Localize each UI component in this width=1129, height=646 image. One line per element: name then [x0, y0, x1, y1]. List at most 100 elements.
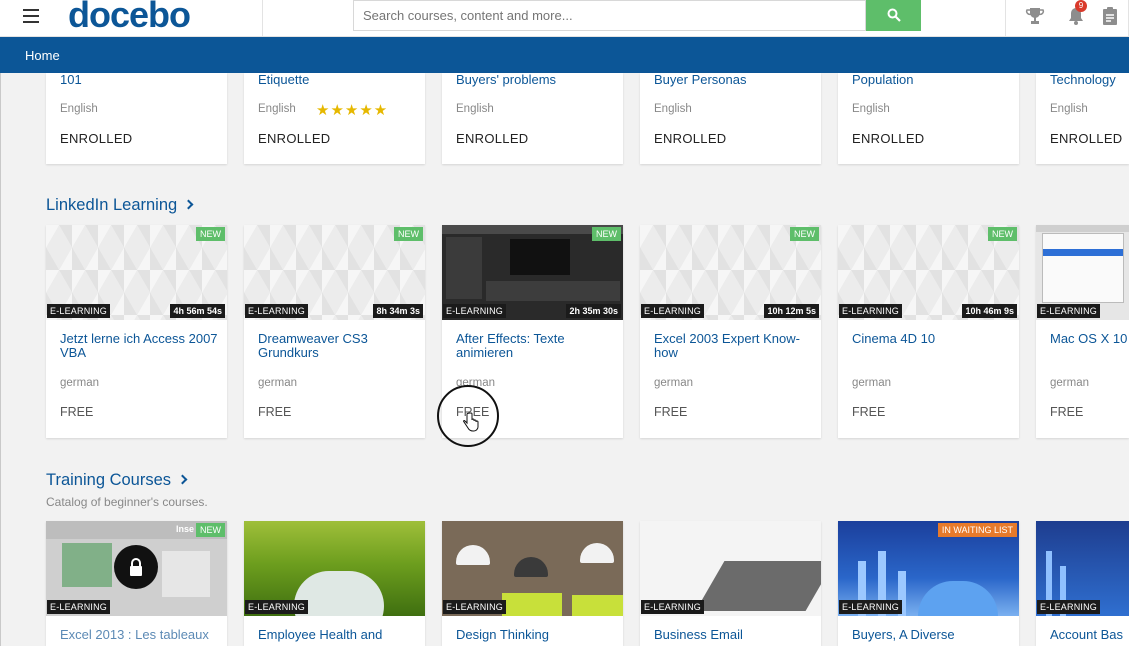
course-title[interactable]: Technology [1050, 73, 1129, 87]
section-title[interactable]: LinkedIn Learning [46, 196, 177, 214]
course-language: german [654, 377, 693, 389]
type-badge: E-LEARNING [47, 600, 111, 614]
thumb-pie [918, 581, 998, 616]
course-title[interactable]: Buyer Personas [654, 73, 814, 87]
course-title[interactable]: Excel 2003 Expert Know-how [654, 332, 814, 360]
locked-badge [114, 545, 158, 589]
course-title[interactable]: Employee Health and [258, 628, 418, 642]
type-badge: E-LEARNING [1037, 600, 1101, 614]
course-thumbnail[interactable]: NEW E-LEARNING 2h 35m 30s [442, 225, 623, 320]
course-language: English [1050, 103, 1088, 115]
duration-badge: 2h 35m 30s [566, 304, 621, 318]
course-thumbnail[interactable]: IN WAITING LIST E-LEARNING [838, 521, 1019, 616]
course-thumbnail[interactable]: E-LEARNING [1036, 521, 1129, 616]
chevron-right-icon[interactable] [183, 199, 194, 210]
course-title[interactable]: Etiquette [258, 73, 418, 87]
menu-icon[interactable] [23, 9, 39, 23]
course-title[interactable]: Excel 2013 : Les tableaux [60, 628, 220, 642]
left-edge [0, 73, 1, 646]
course-title[interactable]: 101 [60, 73, 220, 87]
docebo-logo[interactable]: docebo® [68, 0, 196, 36]
course-title[interactable]: Business Email [654, 628, 814, 642]
course-language: English [456, 103, 494, 115]
search-button[interactable] [866, 0, 921, 31]
course-card[interactable]: NEW E-LEARNING 10h 46m 9s Cinema 4D 10 g… [838, 225, 1019, 438]
course-thumbnail[interactable]: NEW E-LEARNING 10h 12m 5s [640, 225, 821, 320]
course-price: FREE [654, 405, 688, 419]
course-title[interactable]: Population [852, 73, 1012, 87]
thumb-text: Inse [176, 524, 195, 534]
duration-badge: 10h 12m 5s [764, 304, 819, 318]
thumb-sheet [62, 543, 112, 587]
course-price: FREE [60, 405, 94, 419]
course-status: ENROLLED [852, 131, 925, 146]
course-card[interactable]: E-LEARNING Mac OS X 10 german FREE [1036, 225, 1129, 438]
course-title[interactable]: Mac OS X 10 [1050, 332, 1129, 346]
course-card[interactable]: Population English ENROLLED [838, 73, 1019, 164]
search-input[interactable] [353, 0, 866, 31]
course-card[interactable]: Etiquette English ★★★★★ ENROLLED [244, 73, 425, 164]
course-card[interactable]: NEW E-LEARNING 8h 34m 3s Dreamweaver CS3… [244, 225, 425, 438]
course-language: german [60, 377, 99, 389]
clipboard-icon[interactable] [1099, 5, 1121, 27]
course-price: FREE [1050, 405, 1084, 419]
course-language: English [60, 103, 98, 115]
course-title[interactable]: Cinema 4D 10 [852, 332, 1012, 346]
course-thumbnail[interactable]: E-LEARNING [442, 521, 623, 616]
duration-badge: 10h 46m 9s [962, 304, 1017, 318]
type-badge: E-LEARNING [245, 304, 309, 318]
section-linkedin-learning[interactable]: LinkedIn Learning [46, 196, 194, 215]
course-title[interactable]: Jetzt lerne ich Access 2007 VBA [60, 332, 220, 360]
course-card[interactable]: NEW E-LEARNING 10h 12m 5s Excel 2003 Exp… [640, 225, 821, 438]
course-card[interactable]: E-LEARNING Design Thinking [442, 521, 623, 646]
divider [1005, 0, 1006, 37]
course-language: English [258, 103, 296, 115]
course-card[interactable]: E-LEARNING Account Bas [1036, 521, 1129, 646]
top-bar: docebo® 9 [0, 0, 1129, 37]
course-thumbnail[interactable]: Inse NEW E-LEARNING [46, 521, 227, 616]
course-card[interactable]: Buyers' problems English ENROLLED [442, 73, 623, 164]
course-card[interactable]: E-LEARNING Employee Health and [244, 521, 425, 646]
course-card[interactable]: 101 English ENROLLED [46, 73, 227, 164]
notification-badge: 9 [1075, 0, 1087, 12]
course-thumbnail[interactable]: E-LEARNING [640, 521, 821, 616]
section-training-courses[interactable]: Training Courses [46, 471, 188, 490]
section-title[interactable]: Training Courses [46, 471, 171, 489]
course-language: german [258, 377, 297, 389]
new-badge: NEW [790, 227, 819, 241]
course-card[interactable]: IN WAITING LIST E-LEARNING Buyers, A Div… [838, 521, 1019, 646]
course-thumbnail[interactable]: NEW E-LEARNING 8h 34m 3s [244, 225, 425, 320]
nav-home[interactable]: Home [25, 48, 60, 63]
course-title[interactable]: Buyers' problems [456, 73, 616, 87]
nav-bar: Home [0, 37, 1129, 73]
course-card[interactable]: Technology English ENROLLED [1036, 73, 1129, 164]
course-thumbnail[interactable]: NEW E-LEARNING 4h 56m 54s [46, 225, 227, 320]
course-card[interactable]: E-LEARNING Business Email [640, 521, 821, 646]
course-title[interactable]: Buyers, A Diverse [852, 628, 1012, 642]
course-card[interactable]: Buyer Personas English ENROLLED [640, 73, 821, 164]
search-icon [887, 8, 901, 22]
course-title[interactable]: Design Thinking [456, 628, 616, 642]
trophy-icon[interactable] [1024, 5, 1046, 27]
chevron-right-icon[interactable] [177, 474, 188, 485]
course-card[interactable]: NEW E-LEARNING 4h 56m 54s Jetzt lerne ic… [46, 225, 227, 438]
thumb-vest [502, 593, 562, 616]
thumb-hardhat [456, 545, 490, 565]
course-language: English [654, 103, 692, 115]
thumb-vest [572, 595, 623, 616]
course-status: ENROLLED [258, 131, 331, 146]
thumb-hardhat [580, 543, 614, 563]
type-badge: E-LEARNING [641, 304, 705, 318]
duration-badge: 4h 56m 54s [170, 304, 225, 318]
course-thumbnail[interactable]: E-LEARNING [244, 521, 425, 616]
new-badge: NEW [394, 227, 423, 241]
course-thumbnail[interactable]: E-LEARNING [1036, 225, 1129, 320]
course-card[interactable]: Inse NEW E-LEARNING Excel 2013 : Les tab… [46, 521, 227, 646]
thumb-hardhat [514, 557, 548, 577]
course-title[interactable]: Account Bas [1050, 628, 1129, 642]
thumb-menu-highlight [1043, 249, 1123, 256]
course-thumbnail[interactable]: NEW E-LEARNING 10h 46m 9s [838, 225, 1019, 320]
course-title[interactable]: Dreamweaver CS3 Grundkurs [258, 332, 418, 360]
course-title[interactable]: After Effects: Texte animieren [456, 332, 616, 360]
new-badge: NEW [988, 227, 1017, 241]
